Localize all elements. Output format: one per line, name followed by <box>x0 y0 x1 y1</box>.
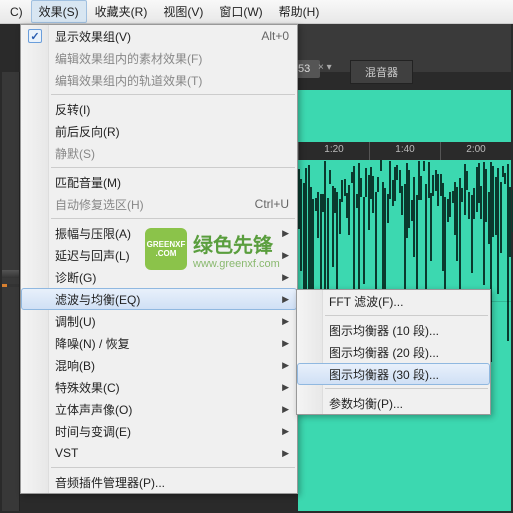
menu-diagnosis[interactable]: 诊断(G)▶ <box>21 266 297 288</box>
timeline-mark: 1:20 <box>298 142 369 160</box>
menu-separator <box>325 315 488 316</box>
menu-filter-eq[interactable]: 滤波与均衡(EQ)▶ <box>21 288 297 310</box>
track-indicator <box>2 284 19 287</box>
menu-separator <box>325 388 488 389</box>
chevron-right-icon: ▶ <box>282 426 289 437</box>
menu-noise-reduction[interactable]: 降噪(N) / 恢复▶ <box>21 332 297 354</box>
menubar-item-c[interactable]: C) <box>2 2 31 22</box>
menu-auto-repair: 自动修复选区(H) Ctrl+U <box>21 193 297 215</box>
menu-edit-track-effects: 编辑效果组内的轨道效果(T) <box>21 69 297 91</box>
menu-edit-material-effects: 编辑效果组内的素材效果(F) <box>21 47 297 69</box>
menu-separator <box>51 218 295 219</box>
track-divider <box>2 270 19 278</box>
menu-stereo-image[interactable]: 立体声声像(O)▶ <box>21 398 297 420</box>
check-icon: ✓ <box>28 29 42 43</box>
menu-separator <box>51 467 295 468</box>
mixer-tab[interactable]: 混音器 <box>350 60 413 84</box>
track-header-strip <box>2 72 20 511</box>
effects-menu: ✓ 显示效果组(V) Alt+0 编辑效果组内的素材效果(F) 编辑效果组内的轨… <box>20 24 298 494</box>
chevron-right-icon: ▶ <box>282 404 289 415</box>
submenu-fft-filter[interactable]: FFT 滤波(F)... <box>297 290 490 312</box>
chevron-right-icon: ▶ <box>282 448 289 459</box>
submenu-graphic-20[interactable]: 图示均衡器 (20 段)... <box>297 341 490 363</box>
menu-special-effects[interactable]: 特殊效果(C)▶ <box>21 376 297 398</box>
tab-controls[interactable]: × ▾ <box>318 62 332 73</box>
menu-reverb[interactable]: 混响(B)▶ <box>21 354 297 376</box>
menu-amplitude[interactable]: 振幅与压限(A)▶ <box>21 222 297 244</box>
menu-show-effect-group[interactable]: ✓ 显示效果组(V) Alt+0 <box>21 25 297 47</box>
menu-forward-backward[interactable]: 前后反向(R) <box>21 120 297 142</box>
menu-modulation[interactable]: 调制(U)▶ <box>21 310 297 332</box>
menu-delay-echo[interactable]: 延迟与回声(L)▶ <box>21 244 297 266</box>
menu-reverse[interactable]: 反转(I) <box>21 98 297 120</box>
menu-audio-plugin-manager[interactable]: 音频插件管理器(P)... <box>21 471 297 493</box>
menu-separator <box>51 94 295 95</box>
chevron-right-icon: ▶ <box>282 382 289 393</box>
chevron-right-icon: ▶ <box>282 316 289 327</box>
toolbar-area: 53 × ▾ 混音器 <box>298 24 511 72</box>
timeline-mark: 2:00 <box>440 142 511 160</box>
submenu-parametric[interactable]: 参数均衡(P)... <box>297 392 490 414</box>
chevron-right-icon: ▶ <box>282 228 289 239</box>
menu-time-pitch[interactable]: 时间与变调(E)▶ <box>21 420 297 442</box>
submenu-graphic-10[interactable]: 图示均衡器 (10 段)... <box>297 319 490 341</box>
chevron-right-icon: ▶ <box>282 272 289 283</box>
chevron-right-icon: ▶ <box>282 360 289 371</box>
timeline-mark: 1:40 <box>369 142 440 160</box>
chevron-right-icon: ▶ <box>282 294 289 305</box>
menubar-item-effects[interactable]: 效果(S) <box>31 0 87 23</box>
timeline-ruler[interactable]: 1:20 1:40 2:00 <box>298 142 511 160</box>
menubar-item-window[interactable]: 窗口(W) <box>211 0 270 23</box>
menu-silence: 静默(S) <box>21 142 297 164</box>
menubar-item-help[interactable]: 帮助(H) <box>271 0 328 23</box>
chevron-right-icon: ▶ <box>282 250 289 261</box>
menubar-item-view[interactable]: 视图(V) <box>155 0 211 23</box>
chevron-right-icon: ▶ <box>282 338 289 349</box>
menu-vst[interactable]: VST▶ <box>21 442 297 464</box>
eq-submenu: FFT 滤波(F)... 图示均衡器 (10 段)... 图示均衡器 (20 段… <box>296 289 491 415</box>
submenu-graphic-30[interactable]: 图示均衡器 (30 段)... <box>297 363 490 385</box>
menu-match-volume[interactable]: 匹配音量(M) <box>21 171 297 193</box>
menubar-item-favorites[interactable]: 收藏夹(R) <box>87 0 156 23</box>
menubar: C) 效果(S) 收藏夹(R) 视图(V) 窗口(W) 帮助(H) <box>0 0 513 24</box>
menu-separator <box>51 167 295 168</box>
